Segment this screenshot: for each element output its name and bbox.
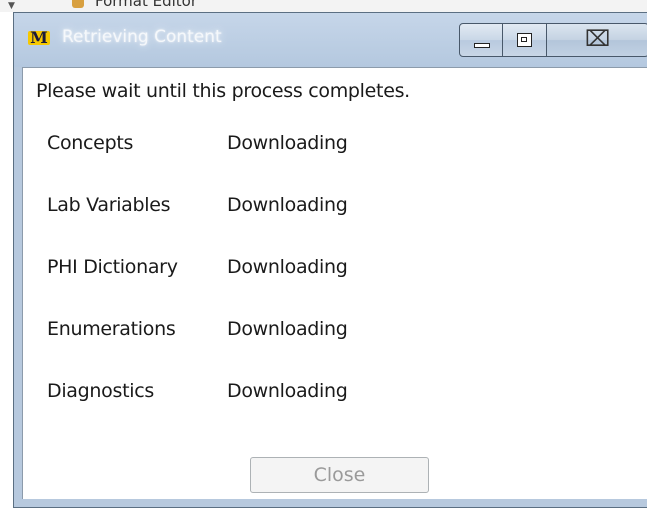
item-status: Downloading xyxy=(227,256,348,278)
item-status: Downloading xyxy=(227,194,348,216)
list-item: PHI Dictionary Downloading xyxy=(47,256,607,284)
close-button[interactable]: Close xyxy=(250,457,429,493)
list-item: Lab Variables Downloading xyxy=(47,194,607,222)
background-window: ▼ Format Editor xyxy=(0,0,647,12)
dialog-content: Please wait until this process completes… xyxy=(22,67,647,499)
restore-icon xyxy=(517,33,532,47)
instruction-text: Please wait until this process completes… xyxy=(36,80,410,102)
title-bar[interactable]: M Retrieving Content ⌧ xyxy=(14,13,647,67)
folder-icon xyxy=(72,0,84,8)
list-item: Diagnostics Downloading xyxy=(47,380,607,408)
background-item-label: Format Editor xyxy=(95,0,198,10)
maximize-button[interactable] xyxy=(503,23,547,57)
list-item: Enumerations Downloading xyxy=(47,318,607,346)
item-status: Downloading xyxy=(227,318,348,340)
close-icon: ⌧ xyxy=(585,27,611,52)
minimize-button[interactable] xyxy=(459,23,503,57)
item-name: Enumerations xyxy=(47,318,176,340)
retrieving-content-dialog: M Retrieving Content ⌧ Please wait until… xyxy=(13,12,647,508)
app-logo-icon: M xyxy=(28,28,50,47)
item-name: Lab Variables xyxy=(47,194,171,216)
close-window-button[interactable]: ⌧ xyxy=(547,23,647,57)
list-item: Concepts Downloading xyxy=(47,132,607,160)
minimize-icon xyxy=(474,43,490,48)
item-name: Concepts xyxy=(47,132,134,154)
item-status: Downloading xyxy=(227,132,348,154)
window-controls: ⌧ xyxy=(459,23,647,59)
chevron-down-icon: ▼ xyxy=(8,1,15,11)
app-logo-letter: M xyxy=(30,28,48,47)
window-title: Retrieving Content xyxy=(62,27,222,47)
item-status: Downloading xyxy=(227,380,348,402)
item-name: PHI Dictionary xyxy=(47,256,178,278)
item-name: Diagnostics xyxy=(47,380,154,402)
